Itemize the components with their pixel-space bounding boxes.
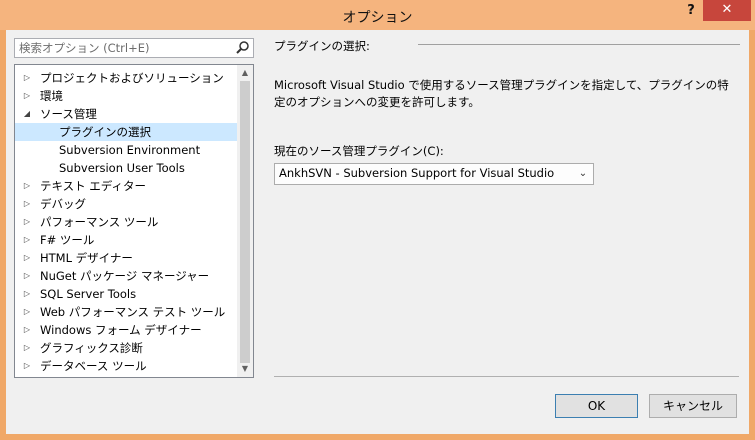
expand-arrow-icon[interactable]: ▷: [21, 285, 33, 303]
section-header: プラグインの選択:: [274, 39, 370, 53]
scrollbar-thumb[interactable]: [240, 81, 250, 363]
expand-arrow-icon[interactable]: ▷: [21, 69, 33, 87]
tree-item-label: Windows フォーム デザイナー: [40, 323, 202, 337]
tree-item-web-performance-test-tools[interactable]: ▷ Web パフォーマンス テスト ツール: [15, 303, 238, 321]
tree-item-html-designer[interactable]: ▷ HTML デザイナー: [15, 249, 238, 267]
tree-item-nuget[interactable]: ▷ NuGet パッケージ マネージャー: [15, 267, 238, 285]
expand-arrow-icon[interactable]: ▷: [21, 267, 33, 285]
tree-item-label: 環境: [40, 89, 63, 103]
tree-item-subversion-environment[interactable]: Subversion Environment: [15, 141, 238, 159]
close-button[interactable]: ✕: [703, 0, 751, 21]
tree-item-performance-tools[interactable]: ▷ パフォーマンス ツール: [15, 213, 238, 231]
tree-item-subversion-user-tools[interactable]: Subversion User Tools: [15, 159, 238, 177]
expand-arrow-icon[interactable]: ▷: [21, 249, 33, 267]
tree-item-sql-server-tools[interactable]: ▷ SQL Server Tools: [15, 285, 238, 303]
tree-item-label: テキスト エディター: [40, 179, 147, 193]
search-box[interactable]: [14, 38, 254, 58]
expand-arrow-icon[interactable]: ▷: [21, 87, 33, 105]
tree-item-text-editor[interactable]: ▷ テキスト エディター: [15, 177, 238, 195]
collapse-arrow-icon[interactable]: ◢: [21, 105, 33, 123]
tree-item-label: NuGet パッケージ マネージャー: [40, 269, 210, 283]
expand-arrow-icon[interactable]: ▷: [21, 213, 33, 231]
plugin-select-value: AnkhSVN - Subversion Support for Visual …: [279, 166, 555, 180]
tree-item-label: グラフィックス診断: [40, 341, 143, 355]
expand-arrow-icon[interactable]: ▷: [21, 177, 33, 195]
expand-arrow-icon[interactable]: ▷: [21, 357, 33, 375]
tree-item-plugin-selection[interactable]: プラグインの選択: [15, 123, 238, 141]
section-divider: [418, 44, 740, 45]
tree-item-database-tools[interactable]: ▷ データベース ツール: [15, 357, 238, 375]
expand-arrow-icon[interactable]: ▷: [21, 303, 33, 321]
search-input[interactable]: [19, 40, 231, 56]
expand-arrow-icon[interactable]: ▷: [21, 321, 33, 339]
tree-item-label: データベース ツール: [40, 359, 147, 373]
tree-item-label: プロジェクトおよびソリューション: [40, 71, 224, 85]
expand-arrow-icon[interactable]: ▷: [21, 339, 33, 357]
tree-item-label: ソース管理: [40, 107, 97, 121]
search-icon[interactable]: [235, 40, 250, 56]
expand-arrow-icon[interactable]: ▷: [21, 231, 33, 249]
tree-item-label: Web パフォーマンス テスト ツール: [40, 305, 226, 319]
tree-item-label: プラグインの選択: [59, 125, 151, 139]
expand-arrow-icon[interactable]: ▷: [21, 195, 33, 213]
chevron-down-icon[interactable]: ⌄: [576, 166, 590, 182]
tree-item-label: Subversion User Tools: [59, 161, 185, 175]
tree-item-label: F# ツール: [40, 233, 95, 247]
tree-item-label: SQL Server Tools: [40, 287, 137, 301]
tree-item-source-control[interactable]: ◢ ソース管理: [15, 105, 238, 123]
tree-item-graphics-diagnostics[interactable]: ▷ グラフィックス診断: [15, 339, 238, 357]
tree-item-label: パフォーマンス ツール: [40, 215, 159, 229]
cancel-button[interactable]: キャンセル: [649, 394, 737, 418]
help-button[interactable]: ?: [682, 3, 700, 23]
tree-item-label: Subversion Environment: [59, 143, 201, 157]
options-tree[interactable]: ▷ プロジェクトおよびソリューション ▷ 環境 ◢ ソース管理 プラグインの選択…: [14, 64, 254, 378]
plugin-combo-label: 現在のソース管理プラグイン(C):: [274, 144, 444, 158]
scroll-down-icon[interactable]: ▼: [237, 361, 253, 377]
tree-scrollbar[interactable]: ▲ ▼: [237, 65, 253, 377]
tree-item-fsharp-tools[interactable]: ▷ F# ツール: [15, 231, 238, 249]
dialog-client-area: ▷ プロジェクトおよびソリューション ▷ 環境 ◢ ソース管理 プラグインの選択…: [6, 30, 749, 434]
window-title: オプション: [342, 10, 413, 26]
tree-item-label: HTML デザイナー: [40, 251, 133, 265]
plugin-select[interactable]: AnkhSVN - Subversion Support for Visual …: [274, 163, 594, 185]
tree-item-projects[interactable]: ▷ プロジェクトおよびソリューション: [15, 69, 238, 87]
tree-item-environment[interactable]: ▷ 環境: [15, 87, 238, 105]
tree-item-windows-forms-designer[interactable]: ▷ Windows フォーム デザイナー: [15, 321, 238, 339]
bottom-divider: [274, 376, 739, 377]
ok-button[interactable]: OK: [555, 394, 638, 418]
scroll-up-icon[interactable]: ▲: [237, 65, 253, 81]
tree-item-label: デバッグ: [40, 197, 86, 211]
tree-item-debugging[interactable]: ▷ デバッグ: [15, 195, 238, 213]
title-bar: オプション ? ✕: [0, 0, 755, 30]
description-text: Microsoft Visual Studio で使用するソース管理プラグインを…: [274, 78, 729, 109]
